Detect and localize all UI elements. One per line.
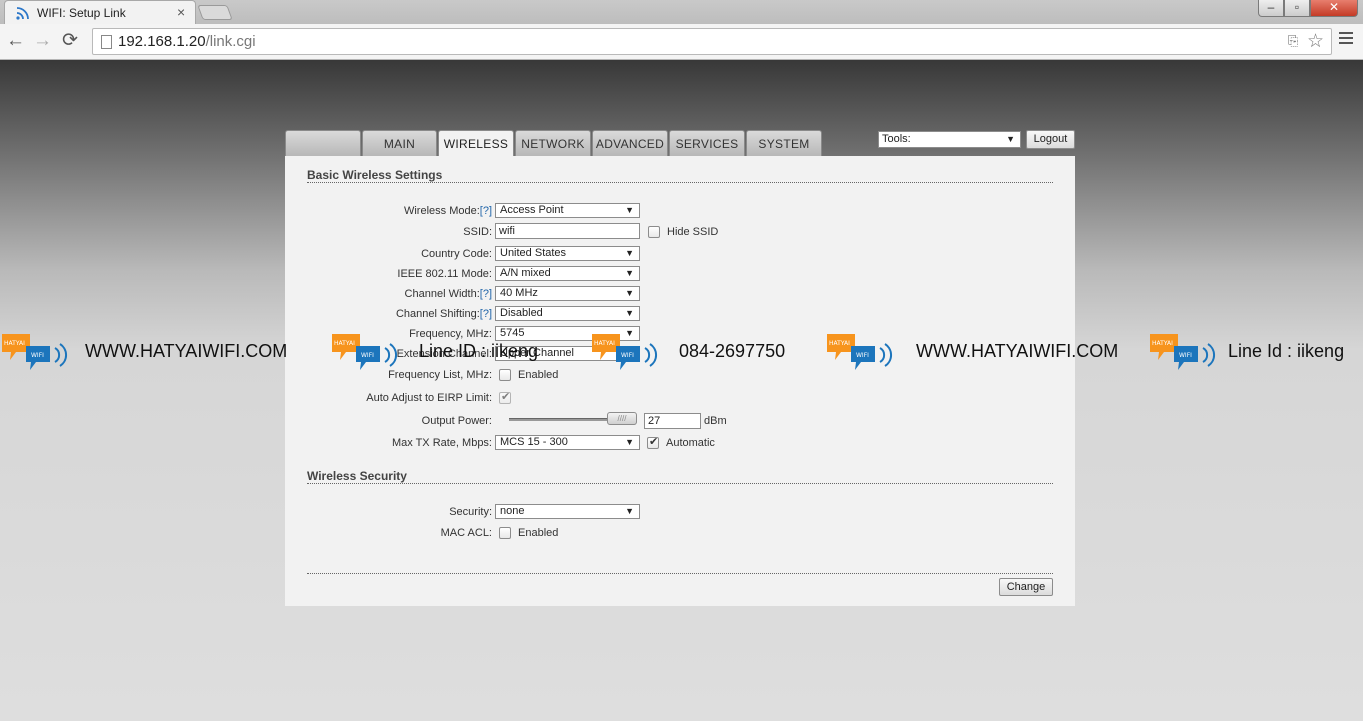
- channel-shifting-label: Channel Shifting:[?]: [395, 308, 492, 320]
- output-power-input[interactable]: 27: [644, 413, 701, 429]
- watermark-site-text: WWW.HATYAIWIFI.COM: [85, 341, 288, 361]
- new-tab-button[interactable]: [197, 5, 233, 20]
- channel-width-select[interactable]: 40 MHz ▼: [495, 286, 640, 301]
- output-power-slider-handle[interactable]: ////: [607, 412, 637, 425]
- automatic-label: Automatic: [666, 437, 715, 449]
- watermark-line-id-text: Line Id : iikeng: [1228, 341, 1345, 361]
- window-minimize-button[interactable]: –: [1258, 0, 1284, 17]
- wireless-mode-label: Wireless Mode:[?]: [403, 205, 492, 217]
- svg-text:WIFI: WIFI: [361, 352, 374, 359]
- ssid-label: SSID:: [463, 226, 492, 238]
- settings-panel: Basic Wireless Settings Wireless Mode:[?…: [285, 156, 1075, 606]
- browser-menu-icon[interactable]: [1339, 32, 1353, 47]
- chevron-down-icon: ▼: [625, 308, 634, 318]
- ieee-mode-label: IEEE 802.11 Mode:: [397, 268, 492, 280]
- channel-width-label: Channel Width:[?]: [404, 288, 492, 300]
- mac-acl-label: MAC ACL:: [440, 527, 492, 539]
- url-text[interactable]: 192.168.1.20/link.cgi: [118, 33, 256, 50]
- hatyaiwifi-logo: HATYAI WIFI: [2, 334, 67, 370]
- channel-shifting-select[interactable]: Disabled ▼: [495, 306, 640, 321]
- chevron-down-icon: ▼: [625, 268, 634, 278]
- frequency-list-checkbox[interactable]: [499, 369, 511, 381]
- chevron-down-icon: ▼: [625, 288, 634, 298]
- chevron-down-icon: ▼: [1006, 134, 1015, 144]
- page-background: MAIN WIRELESS NETWORK ADVANCED SERVICES …: [0, 60, 1363, 721]
- ieee-mode-select[interactable]: A/N mixed ▼: [495, 266, 640, 281]
- wireless-mode-select[interactable]: Access Point ▼: [495, 203, 640, 218]
- max-tx-label: Max TX Rate, Mbps:: [391, 437, 492, 449]
- tab-network[interactable]: NETWORK: [515, 130, 591, 156]
- tab-system[interactable]: SYSTEM: [746, 130, 822, 156]
- help-link[interactable]: [?]: [480, 205, 492, 217]
- address-bar[interactable]: 192.168.1.20/link.cgi ⎘ ☆: [92, 28, 1332, 55]
- country-code-label: Country Code:: [421, 248, 492, 260]
- tab-services[interactable]: SERVICES: [669, 130, 745, 156]
- svg-text:WIFI: WIFI: [621, 352, 634, 359]
- chevron-down-icon: ▼: [625, 205, 634, 215]
- chevron-down-icon: ▼: [625, 437, 634, 447]
- watermark-phone-text: 084-2697750: [679, 341, 786, 361]
- output-power-unit: dBm: [704, 415, 727, 427]
- browser-toolbar: ← → ⟳ 192.168.1.20/link.cgi ⎘ ☆: [0, 24, 1363, 60]
- ssid-input[interactable]: wifi: [495, 223, 640, 239]
- tab-title: WIFI: Setup Link: [37, 6, 126, 20]
- output-power-slider-track[interactable]: [509, 418, 617, 421]
- browser-tabstrip: WIFI: Setup Link × – ▫ ✕: [0, 0, 1363, 24]
- svg-text:HATYAI: HATYAI: [334, 340, 355, 347]
- hide-ssid-checkbox[interactable]: [648, 226, 660, 238]
- change-button[interactable]: Change: [999, 578, 1053, 596]
- tab-wireless[interactable]: WIRELESS: [438, 130, 514, 157]
- tab-close-icon[interactable]: ×: [177, 4, 185, 20]
- nav-logo-tab[interactable]: [285, 130, 361, 156]
- max-tx-select[interactable]: MCS 15 - 300 ▼: [495, 435, 640, 450]
- auto-eirp-label: Auto Adjust to EIRP Limit:: [366, 392, 492, 404]
- page-icon: [101, 35, 112, 49]
- svg-text:HATYAI: HATYAI: [829, 340, 850, 347]
- divider: [307, 483, 1053, 484]
- translate-icon[interactable]: ⎘: [1288, 33, 1298, 49]
- chevron-down-icon: ▼: [625, 506, 634, 516]
- auto-eirp-checkbox[interactable]: [499, 390, 511, 404]
- watermark-site-text: WWW.HATYAIWIFI.COM: [916, 341, 1119, 361]
- logout-button[interactable]: Logout: [1026, 130, 1075, 149]
- watermark-line-id-text: Line ID : iikeng: [419, 341, 539, 361]
- window-maximize-button[interactable]: ▫: [1284, 0, 1310, 17]
- help-link[interactable]: [?]: [480, 288, 492, 300]
- tab-main[interactable]: MAIN: [362, 130, 437, 156]
- svg-text:HATYAI: HATYAI: [594, 340, 615, 347]
- forward-arrow-icon[interactable]: →: [33, 31, 52, 51]
- hatyaiwifi-logo: HATYAI WIFI: [1150, 334, 1215, 370]
- tools-select[interactable]: Tools: ▼: [878, 131, 1021, 148]
- svg-text:WIFI: WIFI: [856, 352, 869, 359]
- wifi-icon: [16, 7, 29, 20]
- bookmark-star-icon[interactable]: ☆: [1307, 30, 1324, 53]
- security-label: Security:: [449, 506, 492, 518]
- browser-tab[interactable]: WIFI: Setup Link ×: [4, 0, 196, 24]
- wireless-security-title: Wireless Security: [307, 469, 407, 483]
- hatyaiwifi-logo: HATYAI WIFI: [592, 334, 657, 370]
- basic-settings-title: Basic Wireless Settings: [307, 168, 443, 182]
- help-link[interactable]: [?]: [480, 308, 492, 320]
- divider: [307, 573, 1053, 574]
- automatic-checkbox[interactable]: [647, 435, 659, 449]
- reload-icon[interactable]: ⟳: [62, 31, 78, 51]
- hatyaiwifi-logo: HATYAI WIFI: [827, 334, 892, 370]
- svg-text:HATYAI: HATYAI: [4, 340, 25, 347]
- hide-ssid-label: Hide SSID: [667, 226, 719, 238]
- mac-acl-checkbox[interactable]: [499, 527, 511, 539]
- chevron-down-icon: ▼: [625, 248, 634, 258]
- back-arrow-icon[interactable]: ←: [6, 31, 25, 51]
- frequency-list-enabled-label: Enabled: [518, 369, 559, 381]
- svg-text:WIFI: WIFI: [1179, 352, 1192, 359]
- country-code-select[interactable]: United States ▼: [495, 246, 640, 261]
- output-power-label: Output Power:: [421, 415, 492, 427]
- window-close-button[interactable]: ✕: [1310, 0, 1358, 17]
- svg-text:WIFI: WIFI: [31, 352, 44, 359]
- divider: [307, 182, 1053, 183]
- hatyaiwifi-logo: HATYAI WIFI: [332, 334, 397, 370]
- tab-advanced[interactable]: ADVANCED: [592, 130, 668, 156]
- security-select[interactable]: none ▼: [495, 504, 640, 519]
- mac-acl-enabled-label: Enabled: [518, 527, 559, 539]
- svg-text:HATYAI: HATYAI: [1152, 340, 1173, 347]
